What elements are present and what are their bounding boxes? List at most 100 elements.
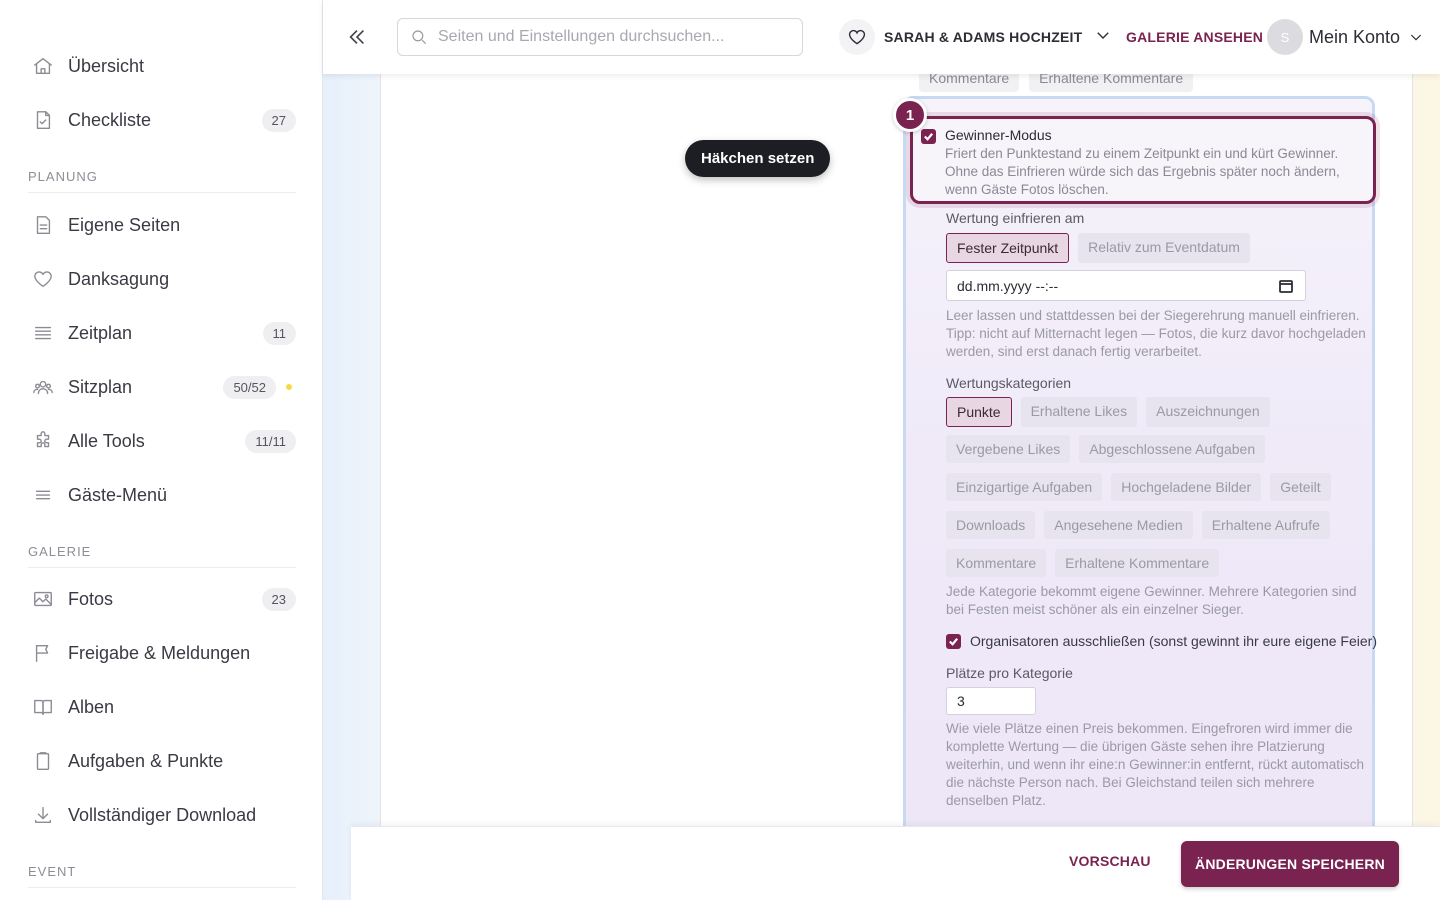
- event-selector[interactable]: SARAH & ADAMS HOCHZEIT: [839, 18, 1112, 56]
- sidebar-item-download[interactable]: Vollständiger Download: [28, 795, 296, 835]
- search-icon: [412, 30, 427, 45]
- puzzle-icon: [28, 429, 60, 453]
- category-chip[interactable]: Kommentare: [919, 74, 1020, 92]
- sidebar-item-label: Übersicht: [68, 55, 145, 76]
- flag-icon: [28, 641, 60, 665]
- account-label: Mein Konto: [1309, 26, 1401, 47]
- account-menu[interactable]: S Mein Konto: [1267, 18, 1424, 56]
- preview-button[interactable]: VORSCHAU: [1069, 853, 1151, 869]
- save-button[interactable]: ÄNDERUNGEN SPEICHERN: [1181, 841, 1399, 887]
- freeze-option-relative[interactable]: Relativ zum Eventdatum: [1078, 233, 1250, 263]
- category-row: Downloads Angesehene Medien Erhaltene Au…: [946, 511, 1330, 539]
- menu-icon: [28, 483, 60, 507]
- category-chip[interactable]: Angesehene Medien: [1044, 511, 1193, 539]
- count-badge: 23: [261, 587, 296, 611]
- sidebar-item-aufgaben-punkte[interactable]: Aufgaben & Punkte: [28, 741, 296, 781]
- people-icon: [28, 375, 60, 399]
- category-chip[interactable]: Erhaltene Aufrufe: [1201, 511, 1330, 539]
- category-chip[interactable]: Einzigartige Aufgaben: [946, 473, 1103, 501]
- sidebar-item-gaeste-menue[interactable]: Gäste-Menü: [28, 475, 296, 515]
- tooltip-hint: Häkchen setzen: [685, 140, 831, 177]
- sidebar-item-label: Alben: [68, 696, 115, 717]
- sidebar-item-alben[interactable]: Alben: [28, 687, 296, 727]
- category-chip[interactable]: Erhaltene Kommentare: [1055, 549, 1220, 577]
- freeze-date-input[interactable]: dd.mm.yyyy --:--: [946, 270, 1306, 301]
- sidebar-item-checkliste[interactable]: Checkliste 27: [28, 100, 296, 140]
- freeze-label: Wertung einfrieren am: [946, 210, 1085, 226]
- freeze-help-text: Leer lassen und stattdessen bei der Sieg…: [946, 308, 1366, 359]
- sidebar-item-label: Checkliste: [68, 109, 152, 130]
- sidebar-item-label: Alle Tools: [68, 430, 145, 451]
- book-icon: [28, 695, 60, 719]
- winner-mode-description: Friert den Punktestand zu einem Zeitpunk…: [945, 146, 1340, 197]
- sidebar-item-alle-tools[interactable]: Alle Tools 11/11: [28, 421, 296, 461]
- exclude-organizers-label: Organisatoren ausschließen (sonst gewinn…: [970, 633, 1377, 649]
- checkmark-icon: [949, 637, 959, 646]
- date-input-value: dd.mm.yyyy --:--: [957, 277, 1059, 294]
- search-input[interactable]: [438, 28, 778, 46]
- sidebar-item-zeitplan[interactable]: Zeitplan 11: [28, 313, 296, 353]
- category-row: Vergebene Likes Abgeschlossene Aufgaben: [946, 435, 1266, 463]
- sidebar-item-label: Sitzplan: [68, 376, 133, 397]
- category-chip[interactable]: Geteilt: [1270, 473, 1331, 501]
- places-help-text: Wie viele Plätze einen Preis bekommen. E…: [946, 721, 1364, 808]
- category-chip[interactable]: Abgeschlossene Aufgaben: [1079, 435, 1266, 463]
- count-badge: 50/52: [223, 375, 276, 399]
- category-row: Punkte Erhaltene Likes Auszeichnungen: [946, 397, 1270, 427]
- places-input[interactable]: 3: [946, 687, 1036, 715]
- action-bar: VORSCHAU ÄNDERUNGEN SPEICHERN: [351, 826, 1440, 900]
- winner-mode-checkbox[interactable]: [921, 129, 936, 144]
- sidebar-item-label: Danksagung: [68, 268, 170, 289]
- chevron-down-icon: [1410, 34, 1422, 41]
- sidebar-item-freigabe[interactable]: Freigabe & Meldungen: [28, 633, 296, 673]
- double-chevron-left-icon: [349, 29, 365, 45]
- sidebar: Übersicht Checkliste 27 PLANUNG Eigene S…: [0, 0, 323, 900]
- image-icon: [28, 587, 60, 611]
- sidebar-item-label: Gäste-Menü: [68, 484, 168, 505]
- category-chip[interactable]: Downloads: [946, 511, 1036, 539]
- count-badge: 27: [261, 108, 296, 132]
- sidebar-item-danksagung[interactable]: Danksagung: [28, 259, 296, 299]
- status-dot: [286, 384, 292, 390]
- view-gallery-link[interactable]: GALERIE ANSEHEN: [1126, 29, 1263, 45]
- calendar-icon[interactable]: [1279, 279, 1293, 293]
- winner-mode-title: Gewinner-Modus: [945, 127, 1052, 143]
- sidebar-item-uebersicht[interactable]: Übersicht: [28, 46, 296, 86]
- page-icon: [28, 213, 60, 237]
- search-box[interactable]: [397, 18, 803, 56]
- categories-label: Wertungskategorien: [946, 375, 1072, 391]
- section-title-event: EVENT: [28, 864, 296, 888]
- category-chip[interactable]: Auszeichnungen: [1146, 397, 1270, 427]
- sidebar-item-label: Zeitplan: [68, 322, 133, 343]
- freeze-option-fixed[interactable]: Fester Zeitpunkt: [946, 233, 1070, 263]
- categories-help-text: Jede Kategorie bekommt eigene Gewinner. …: [946, 584, 1357, 617]
- schedule-icon: [28, 321, 60, 345]
- sidebar-item-fotos[interactable]: Fotos 23: [28, 579, 296, 619]
- category-chip-punkte[interactable]: Punkte: [946, 397, 1012, 427]
- collapse-sidebar-button[interactable]: [345, 24, 369, 50]
- places-label: Plätze pro Kategorie: [946, 665, 1073, 681]
- sidebar-item-label: Eigene Seiten: [68, 214, 181, 235]
- exclude-organizers-option[interactable]: Organisatoren ausschließen (sonst gewinn…: [946, 633, 1377, 649]
- exclude-organizers-checkbox[interactable]: [946, 633, 961, 649]
- avatar: S: [1267, 19, 1303, 55]
- sidebar-item-label: Freigabe & Meldungen: [68, 642, 251, 663]
- sidebar-item-sitzplan[interactable]: Sitzplan 50/52: [28, 367, 296, 407]
- count-badge: 11/11: [245, 429, 296, 453]
- category-chip[interactable]: Erhaltene Likes: [1020, 397, 1138, 427]
- download-icon: [28, 803, 60, 827]
- checkmark-icon: [924, 133, 934, 141]
- sidebar-item-eigene-seiten[interactable]: Eigene Seiten: [28, 205, 296, 245]
- category-chip[interactable]: Vergebene Likes: [946, 435, 1071, 463]
- count-badge: 11: [262, 321, 296, 345]
- home-icon: [28, 54, 60, 78]
- category-row: Kommentare Erhaltene Kommentare: [946, 549, 1220, 577]
- checklist-icon: [28, 108, 60, 132]
- category-chip[interactable]: Kommentare: [946, 549, 1047, 577]
- category-chip[interactable]: Hochgeladene Bilder: [1111, 473, 1262, 501]
- category-row: Einzigartige Aufgaben Hochgeladene Bilde…: [946, 473, 1331, 501]
- chevron-down-icon: [1082, 26, 1112, 49]
- section-title-planung: PLANUNG: [28, 169, 296, 193]
- category-chip[interactable]: Erhaltene Kommentare: [1029, 74, 1194, 92]
- winner-mode-option[interactable]: Gewinner-Modus Friert den Punktestand zu…: [910, 116, 1376, 204]
